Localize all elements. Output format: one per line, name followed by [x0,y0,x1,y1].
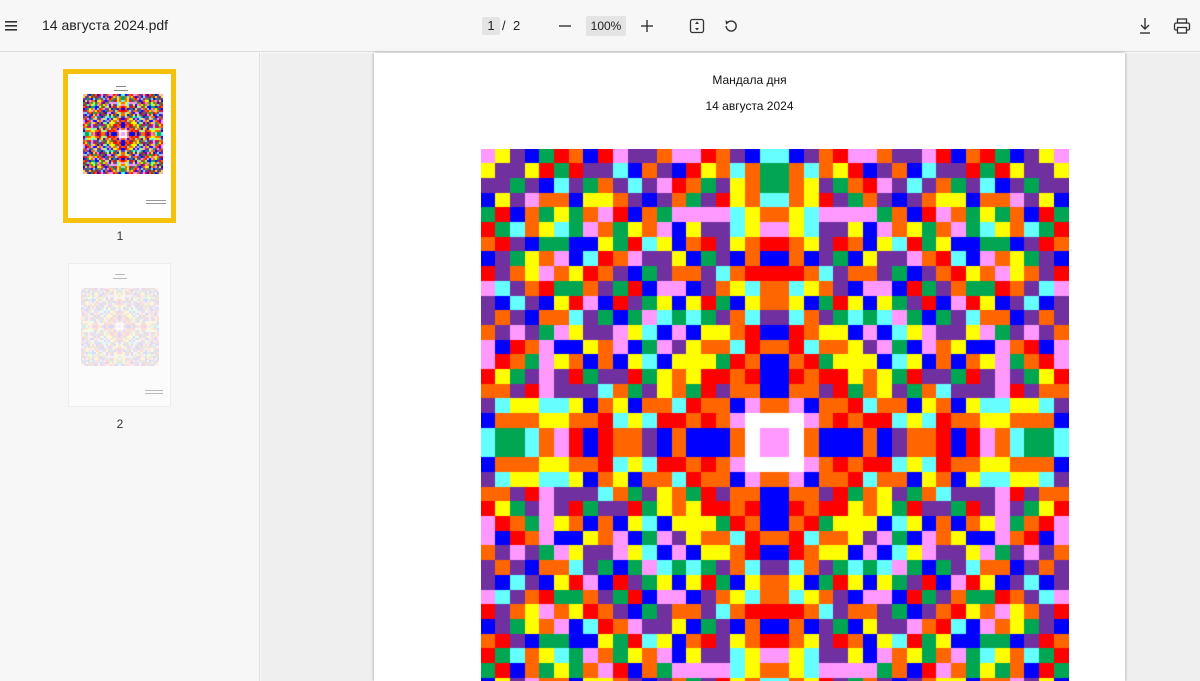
thumbnail-mandala-image [83,94,163,174]
thumb-date-line [113,278,127,279]
hamburger-menu-icon [5,21,17,31]
page-date: 14 августа 2024 [705,99,794,113]
thumbnail-label-2: 2 [116,417,124,431]
page-thumbnail-1[interactable] [63,69,176,223]
thumb-date-line [114,90,128,91]
zoom-out-icon [559,25,571,27]
page-heading: Мандала дня [712,73,787,87]
thumbnail-mandala-image [81,288,159,366]
page-total: 2 [513,18,521,33]
rotate-icon [725,20,737,32]
thumb-footer-line [145,393,163,394]
toolbar: 14 августа 2024.pdf 1 / 2 100% [0,0,1200,52]
fit-page-button[interactable] [687,15,707,37]
page-separator: / [502,18,506,33]
print-button[interactable] [1172,15,1192,37]
thumb-title-line [116,86,126,87]
fit-page-icon [689,18,705,34]
thumb-footer-line [146,200,166,201]
download-icon [1140,18,1150,34]
document-title: 14 августа 2024.pdf [42,17,169,33]
download-button[interactable] [1135,15,1155,37]
zoom-out-button[interactable] [555,15,575,37]
document-viewer[interactable]: Мандала дня 14 августа 2024 [261,53,1200,681]
rotate-button[interactable] [721,15,741,37]
zoom-in-icon [641,20,653,32]
menu-button[interactable] [0,14,22,38]
thumb-footer-line [146,203,166,204]
pdf-page: Мандала дня 14 августа 2024 [374,53,1125,681]
mandala-image [481,149,1069,681]
thumbnail-sidebar: 1 2 [0,53,260,681]
zoom-in-button[interactable] [637,15,657,37]
page-thumbnail-2[interactable] [68,263,171,407]
thumb-footer-line [145,390,163,391]
zoom-level-input[interactable]: 100% [586,16,626,36]
thumb-title-line [115,274,125,275]
page-number-input[interactable]: 1 [482,17,500,35]
print-icon [1173,18,1191,34]
thumbnail-label-1: 1 [116,229,124,243]
